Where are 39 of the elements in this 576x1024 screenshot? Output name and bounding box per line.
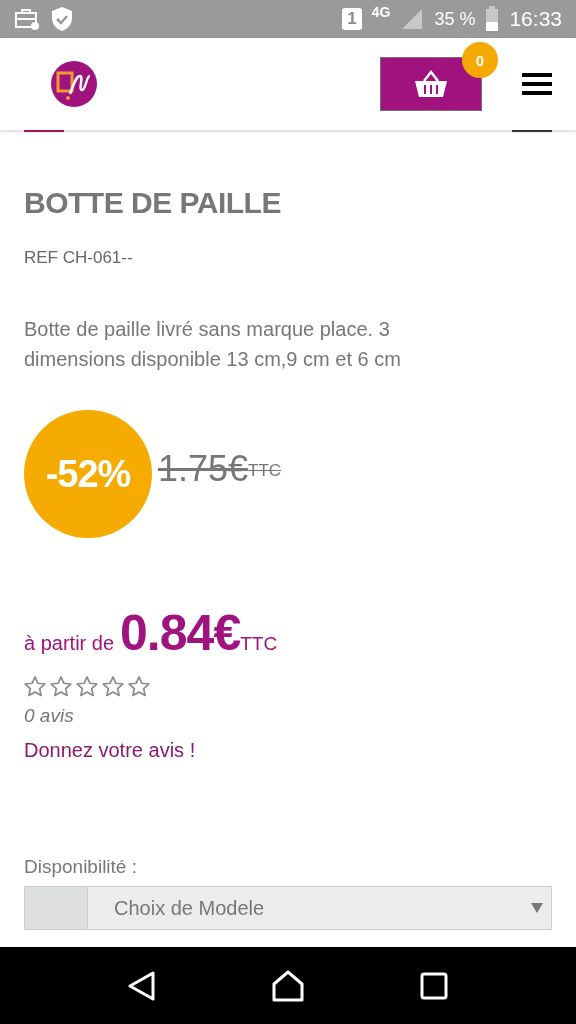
model-select[interactable]: Choix de Modele	[24, 886, 552, 930]
shield-check-icon	[50, 6, 74, 32]
product-title: BOTTE DE PAILLE	[24, 186, 282, 220]
battery-percent: 35 %	[434, 8, 476, 30]
clock: 16:33	[509, 7, 562, 31]
cart-count-badge: 0	[462, 42, 498, 78]
logo-icon	[50, 60, 98, 108]
back-button[interactable]	[128, 970, 156, 1001]
availability-label: Disponibilité :	[24, 856, 138, 878]
back-icon	[128, 970, 156, 1001]
price: 0.84€	[120, 604, 241, 662]
discount-badge: -52%	[24, 410, 152, 538]
empty-star-icon	[50, 676, 72, 697]
dropdown-arrow-icon	[531, 903, 543, 913]
battery-charging-icon	[485, 6, 500, 32]
sim-indicator: 1	[342, 8, 362, 30]
menu-button[interactable]	[522, 72, 552, 96]
menu-icon	[522, 72, 552, 96]
review-count: 0 avis	[24, 705, 75, 727]
product-description: Botte de paille livré sans marque place. 3 dimensions disponible 13 cm,9 cm et 6 cm	[24, 317, 402, 372]
network-type: 4G	[371, 4, 391, 20]
product-reference: REF CH-061--	[24, 248, 134, 268]
briefcase-icon	[14, 7, 40, 31]
old-price: 1.75€	[158, 448, 249, 490]
price-suffix: TTC	[240, 633, 278, 655]
signal-icon	[400, 7, 425, 31]
empty-star-icon	[128, 676, 150, 697]
empty-star-icon	[76, 676, 98, 697]
home-icon	[272, 969, 304, 1002]
cart-button[interactable]	[380, 57, 482, 111]
empty-star-icon	[24, 676, 46, 697]
basket-icon	[414, 69, 448, 99]
home-button[interactable]	[272, 969, 304, 1002]
square-icon	[420, 971, 448, 1000]
review-link[interactable]: Donnez votre avis !	[24, 739, 196, 762]
old-price-suffix: TTC	[248, 461, 282, 480]
price-prefix: à partir de	[24, 632, 115, 655]
empty-star-icon	[102, 676, 124, 697]
recent-apps-button[interactable]	[420, 971, 448, 1000]
